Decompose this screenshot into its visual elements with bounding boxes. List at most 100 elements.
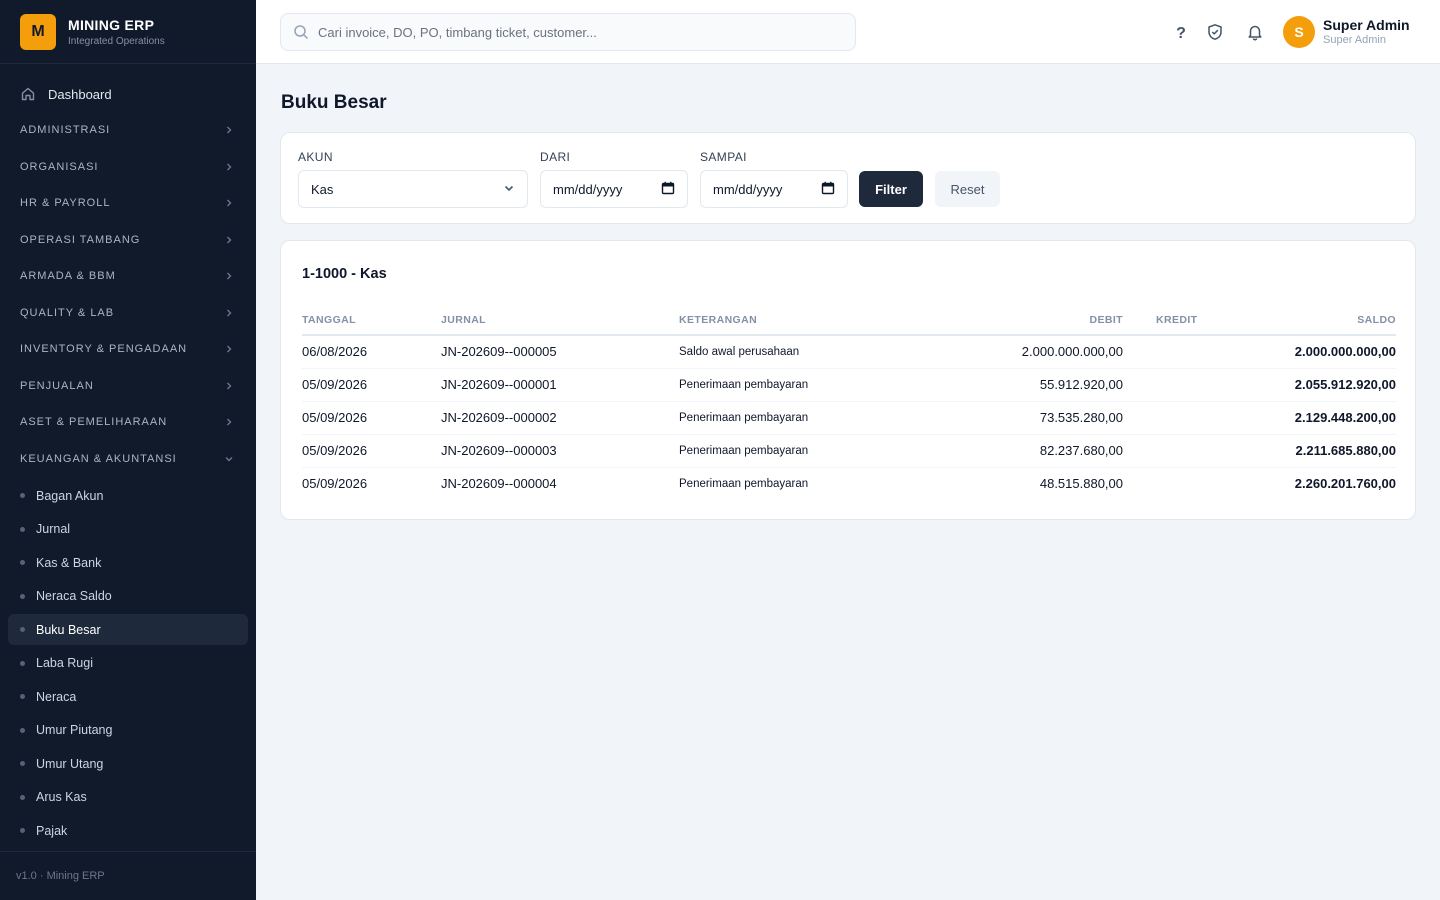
- shield-check-icon[interactable]: [1205, 22, 1225, 42]
- sidebar-group-label: ASET & PEMELIHARAAN: [20, 416, 168, 429]
- user-role: Super Admin: [1323, 34, 1386, 46]
- bullet-dot-icon: [20, 560, 25, 565]
- table-header-row: TANGGAL JURNAL KETERANGAN DEBIT KREDIT S…: [302, 305, 1396, 336]
- sidebar-item-label: Neraca: [36, 689, 77, 704]
- cell-kredit: [1123, 401, 1213, 435]
- sidebar-group-operasi-tambang[interactable]: OPERASI TAMBANG: [8, 222, 248, 259]
- column-header-tanggal: TANGGAL: [302, 305, 441, 336]
- sidebar-item-label: Laba Rugi: [36, 656, 93, 670]
- search-input[interactable]: [318, 24, 838, 40]
- sidebar-group-label: QUALITY & LAB: [20, 306, 115, 319]
- sidebar-group-penjualan[interactable]: PENJUALAN: [8, 368, 248, 405]
- chevron-right-icon: [224, 344, 234, 354]
- table-row[interactable]: 05/09/2026 JN-202609--000002 Penerimaan pe…: [302, 401, 1396, 435]
- sidebar-item-arus-kas[interactable]: Arus Kas: [8, 782, 248, 813]
- akun-select[interactable]: Kas: [298, 170, 528, 208]
- brand-logo: M: [20, 13, 56, 50]
- table-row[interactable]: 05/09/2026 JN-202609--000004 Penerimaan pe…: [302, 467, 1396, 500]
- sidebar-group-administrasi[interactable]: ADMINISTRASI: [8, 112, 248, 149]
- cell-kredit: [1123, 434, 1213, 468]
- akun-select-value: Kas: [311, 181, 334, 197]
- sidebar-item-neraca[interactable]: Neraca: [8, 681, 248, 712]
- sidebar-item-neraca-saldo[interactable]: Neraca Saldo: [8, 581, 248, 612]
- column-header-kredit: KREDIT: [1123, 305, 1213, 336]
- chevron-right-icon: [224, 381, 234, 391]
- table-row[interactable]: 05/09/2026 JN-202609--000001 Penerimaan pe…: [302, 368, 1396, 402]
- bell-icon[interactable]: [1245, 22, 1265, 42]
- sampai-label: SAMPAI: [700, 150, 747, 164]
- sidebar-item-label: Umur Utang: [36, 756, 104, 771]
- sidebar-subitems: Bagan Akun Jurnal Kas & Bank Neraca Saldo Bu…: [8, 480, 248, 846]
- ledger-account-title: 1-1000 - Kas: [302, 266, 387, 282]
- sidebar-group-quality-and-lab[interactable]: QUALITY & LAB: [8, 295, 248, 332]
- bullet-dot-icon: [20, 627, 25, 632]
- sidebar-item-label: Pajak: [36, 823, 68, 838]
- filter-card: AKUN Kas DARI mm/dd/yyyy SAMPAI mm/dd/yy…: [280, 132, 1416, 224]
- sampai-date-value: mm/dd/yyyy: [713, 181, 783, 197]
- sidebar-group-inventory-and-pengadaan[interactable]: INVENTORY & PENGADAAN: [8, 331, 248, 368]
- sidebar-nav: Dashboard ADMINISTRASI ORGANISASI HR & PAY…: [0, 64, 256, 846]
- cell-saldo: 2.055.912.920,00: [1213, 368, 1396, 402]
- sidebar-item-umur-utang[interactable]: Umur Utang: [8, 748, 248, 779]
- sidebar-item-laba-rugi[interactable]: Laba Rugi: [8, 648, 248, 679]
- sidebar-item-kas-and-bank[interactable]: Kas & Bank: [8, 547, 248, 578]
- chevron-down-icon: [224, 454, 234, 464]
- sidebar-groups: ADMINISTRASI ORGANISASI HR & PAYROLL OPERAS…: [8, 112, 248, 477]
- sidebar-item-label: Kas & Bank: [36, 555, 102, 570]
- sidebar-item-bagan-akun[interactable]: Bagan Akun: [8, 480, 248, 511]
- table-row[interactable]: 05/09/2026 JN-202609--000003 Penerimaan pe…: [302, 434, 1396, 468]
- sidebar-item-label: Buku Besar: [36, 622, 101, 637]
- bullet-dot-icon: [20, 828, 25, 833]
- sidebar-group-label: ADMINISTRASI: [20, 124, 111, 137]
- sidebar-item-umur-piutang[interactable]: Umur Piutang: [8, 715, 248, 746]
- cell-tanggal: 05/09/2026: [302, 476, 368, 492]
- calendar-icon[interactable]: [821, 181, 835, 198]
- cell-jurnal: JN-202609--000005: [441, 335, 679, 369]
- chevron-down-icon: [503, 182, 515, 197]
- cell-keterangan: Penerimaan pembayaran: [679, 434, 893, 468]
- sidebar-item-pajak[interactable]: Pajak: [8, 815, 248, 846]
- sampai-date-input[interactable]: mm/dd/yyyy: [700, 170, 848, 208]
- cell-debit: 48.515.880,00: [1039, 476, 1123, 492]
- reset-button[interactable]: Reset: [935, 171, 1000, 207]
- sidebar-group-label: KEUANGAN & AKUNTANSI: [20, 452, 177, 465]
- sidebar-item-buku-besar[interactable]: Buku Besar: [8, 614, 248, 645]
- cell-saldo: 2.211.685.880,00: [1213, 434, 1396, 468]
- sidebar-item-label: Neraca Saldo: [36, 589, 112, 603]
- chevron-right-icon: [224, 162, 234, 172]
- sidebar-group-keuangan-and-akuntansi[interactable]: KEUANGAN & AKUNTANSI: [8, 441, 248, 478]
- cell-saldo: 2.000.000.000,00: [1213, 335, 1396, 369]
- cell-tanggal: 05/09/2026: [302, 401, 441, 435]
- help-icon[interactable]: ?: [1171, 22, 1191, 42]
- ledger-table: TANGGAL JURNAL KETERANGAN DEBIT KREDIT S…: [302, 305, 1396, 500]
- sidebar-group-hr-and-payroll[interactable]: HR & PAYROLL: [8, 185, 248, 222]
- filter-button[interactable]: Filter: [859, 171, 923, 207]
- sidebar-group-armada-and-bbm[interactable]: ARMADA & BBM: [8, 258, 248, 295]
- topbar: ? S Super Admin Super Admin: [256, 0, 1440, 64]
- column-header-saldo: SALDO: [1213, 305, 1396, 336]
- dari-date-input[interactable]: mm/dd/yyyy: [540, 170, 688, 208]
- table-row[interactable]: 06/08/2026 JN-202609--000005 Saldo awal pe…: [302, 335, 1396, 369]
- sidebar-item-label: Umur Piutang: [36, 723, 113, 737]
- sidebar-group-label: ARMADA & BBM: [20, 270, 116, 283]
- avatar[interactable]: S: [1283, 16, 1315, 48]
- sidebar-group-organisasi[interactable]: ORGANISASI: [8, 149, 248, 186]
- cell-jurnal: JN-202609--000002: [441, 401, 679, 435]
- cell-tanggal: 05/09/2026: [302, 368, 441, 402]
- sidebar-group-aset-and-pemeliharaan[interactable]: ASET & PEMELIHARAAN: [8, 404, 248, 441]
- cell-jurnal: JN-202609--000003: [441, 434, 679, 468]
- sidebar-item-label: Arus Kas: [36, 790, 87, 804]
- sidebar-item-dashboard[interactable]: Dashboard: [8, 76, 248, 112]
- bullet-dot-icon: [20, 727, 25, 733]
- sidebar-group-label: HR & PAYROLL: [20, 197, 111, 210]
- cell-kredit: [1123, 467, 1213, 500]
- sidebar-item-jurnal[interactable]: Jurnal: [8, 514, 248, 545]
- calendar-icon[interactable]: [661, 181, 675, 198]
- dari-date-value: mm/dd/yyyy: [553, 181, 623, 197]
- brand[interactable]: M MINING ERP Integrated Operations: [0, 0, 256, 64]
- cell-keterangan: Saldo awal perusahaan: [679, 335, 893, 369]
- cell-debit: 73.535.280,00: [893, 401, 1123, 435]
- global-search[interactable]: [280, 13, 856, 51]
- bullet-dot-icon: [20, 660, 25, 666]
- user-menu[interactable]: Super Admin Super Admin: [1323, 17, 1410, 46]
